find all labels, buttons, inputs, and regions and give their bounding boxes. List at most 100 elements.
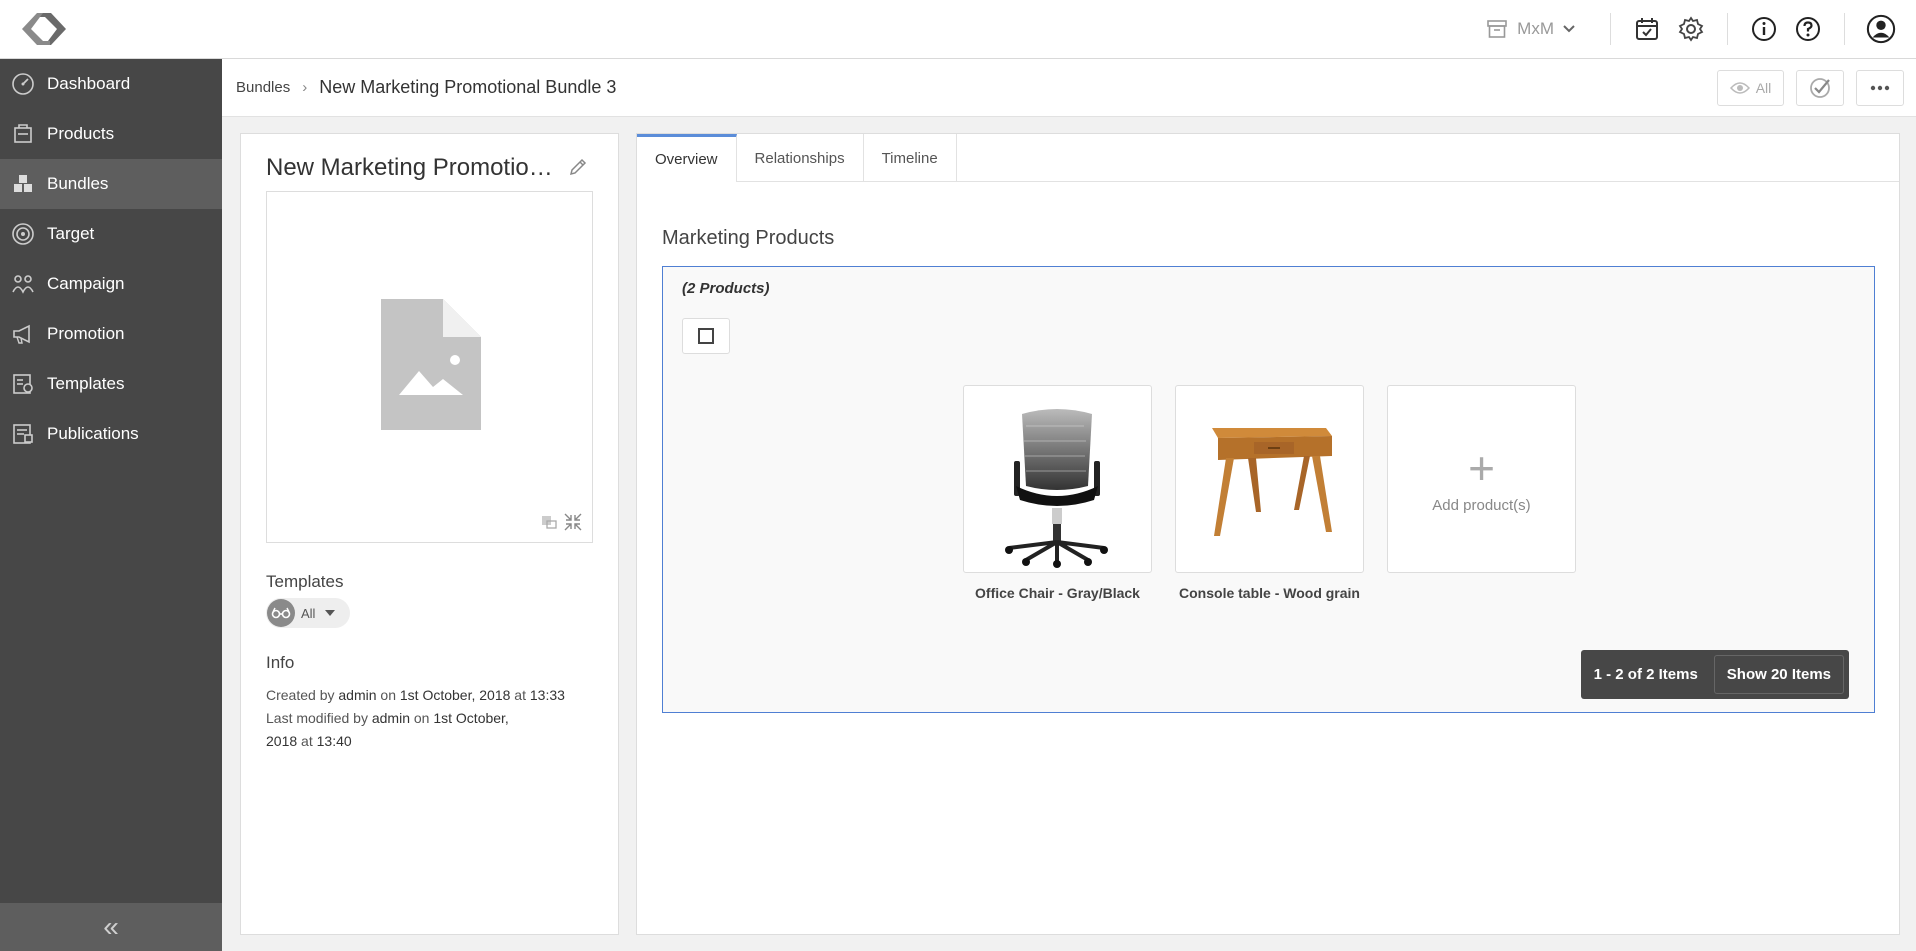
channel-selector[interactable]: MxM: [1485, 17, 1576, 41]
product-name: Console table - Wood grain: [1179, 585, 1360, 601]
at-label: at: [301, 733, 313, 749]
sidebar-item-bundles[interactable]: Bundles: [0, 159, 222, 209]
sidebar-item-dashboard[interactable]: Dashboard: [0, 59, 222, 109]
on-label: on: [413, 710, 430, 726]
bundle-details-panel: New Marketing Promotional Bundle 3 Templ…: [240, 133, 619, 935]
sidebar-item-promotion[interactable]: Promotion: [0, 309, 222, 359]
ellipsis-icon: [1870, 85, 1890, 91]
view-filter-button[interactable]: All: [1717, 70, 1784, 106]
breadcrumb-separator: ›: [302, 78, 308, 96]
more-options-button[interactable]: [1856, 70, 1904, 106]
select-all-checkbox[interactable]: [682, 318, 730, 354]
info-icon[interactable]: [1749, 14, 1779, 44]
publications-icon: [10, 421, 36, 447]
top-bar: MxM: [0, 0, 1916, 59]
sidebar-item-label: Bundles: [47, 174, 109, 193]
product-card-office-chair[interactable]: [963, 385, 1152, 573]
created-by-user: admin: [338, 687, 377, 703]
divider: [1844, 13, 1845, 45]
sidebar-item-label: Templates: [47, 374, 125, 393]
created-by-label: Created by: [266, 687, 335, 703]
created-info: Created by admin on 1st October, 2018 at…: [266, 684, 596, 707]
sidebar-item-products[interactable]: Products: [0, 109, 222, 159]
sidebar-item-label: Dashboard: [47, 74, 131, 93]
calendar-icon[interactable]: [1632, 14, 1662, 44]
templates-heading: Templates: [266, 572, 344, 591]
dashboard-icon: [10, 71, 36, 97]
modified-info: Last modified by admin on 1st October, 2…: [266, 707, 596, 753]
pagination-range: 1 - 2 of 2 Items: [1593, 666, 1698, 683]
approve-button[interactable]: [1796, 70, 1844, 106]
collapse-arrows-icon[interactable]: [563, 512, 583, 532]
sidebar-item-label: Products: [47, 124, 115, 143]
modified-time: 13:40: [316, 733, 352, 749]
product-name: Office Chair - Gray/Black: [975, 585, 1140, 601]
created-time: 13:33: [529, 687, 565, 703]
add-product-button[interactable]: + Add product(s): [1387, 385, 1576, 573]
main-panel: Overview Relationships Timeline Marketin…: [636, 133, 1900, 935]
bundles-icon: [10, 171, 36, 197]
page-header: Bundles › New Marketing Promotional Bund…: [222, 59, 1916, 117]
megaphone-icon: [10, 321, 36, 347]
products-container: (2 Products) Office Chair - Gray/Black C…: [662, 266, 1875, 713]
gear-icon[interactable]: [1676, 14, 1706, 44]
templates-filter-label: All: [301, 605, 316, 621]
templates-filter-dropdown[interactable]: All: [266, 598, 350, 628]
sidebar-item-templates[interactable]: Templates: [0, 359, 222, 409]
add-product-label: Add product(s): [1432, 496, 1531, 514]
campaign-icon: [10, 271, 36, 297]
pencil-edit-icon[interactable]: [567, 156, 589, 178]
products-icon: [10, 121, 36, 147]
tab-overview[interactable]: Overview: [637, 134, 737, 182]
breadcrumb: Bundles › New Marketing Promotional Bund…: [236, 59, 616, 115]
divider: [1727, 13, 1728, 45]
show-items-button[interactable]: Show 20 Items: [1713, 655, 1844, 694]
info-heading: Info: [266, 653, 295, 672]
section-title: Marketing Products: [662, 227, 835, 249]
sidebar-item-campaign[interactable]: Campaign: [0, 259, 222, 309]
modified-date: 1st October,: [433, 710, 509, 726]
product-card-console-table[interactable]: [1175, 385, 1364, 573]
sidebar-item-target[interactable]: Target: [0, 209, 222, 259]
sidebar: Dashboard Products Bundles Target Campai…: [0, 59, 222, 951]
bundle-image-area[interactable]: [266, 191, 593, 543]
modified-by-label: Last modified by: [266, 710, 368, 726]
view-filter-label: All: [1755, 80, 1772, 96]
office-chair-image: [1005, 409, 1108, 568]
at-label: at: [514, 687, 526, 703]
channel-label: MxM: [1517, 19, 1554, 38]
modified-by-user: admin: [371, 710, 410, 726]
pagination-bar: 1 - 2 of 2 Items Show 20 Items: [1580, 650, 1849, 699]
eye-icon: [1729, 82, 1750, 94]
sidebar-item-label: Target: [47, 224, 95, 243]
breadcrumb-bundles-link[interactable]: Bundles: [236, 79, 290, 96]
user-avatar-icon[interactable]: [1866, 14, 1896, 44]
tab-timeline[interactable]: Timeline: [864, 134, 957, 182]
chevron-down-icon: [1563, 25, 1575, 33]
created-date: 1st October, 2018: [399, 687, 511, 703]
sidebar-item-label: Promotion: [47, 324, 125, 343]
sidebar-item-label: Publications: [47, 424, 139, 443]
caret-down-icon: [325, 610, 336, 616]
products-count: (2 Products): [682, 280, 770, 297]
templates-icon: [10, 371, 36, 397]
page-title: New Marketing Promotional Bundle 3: [319, 76, 617, 97]
sidebar-collapse-button[interactable]: «: [0, 903, 222, 951]
app-logo-icon[interactable]: [20, 10, 68, 48]
archive-box-icon: [1487, 20, 1507, 38]
tab-relationships[interactable]: Relationships: [737, 134, 864, 182]
replace-image-icon[interactable]: [539, 512, 559, 532]
tab-bar: Overview Relationships Timeline: [637, 134, 1899, 182]
console-table-image: [1212, 428, 1332, 536]
double-chevron-left-icon: «: [103, 911, 119, 942]
sidebar-item-publications[interactable]: Publications: [0, 409, 222, 459]
target-icon: [10, 221, 36, 247]
sidebar-item-label: Campaign: [47, 274, 125, 293]
help-icon[interactable]: [1793, 14, 1823, 44]
divider: [1610, 13, 1611, 45]
on-label: on: [380, 687, 396, 703]
glasses-icon: [267, 599, 295, 627]
plus-icon: +: [1468, 441, 1495, 494]
info-details: Created by admin on 1st October, 2018 at…: [266, 684, 596, 753]
modified-year: 2018: [266, 733, 298, 749]
